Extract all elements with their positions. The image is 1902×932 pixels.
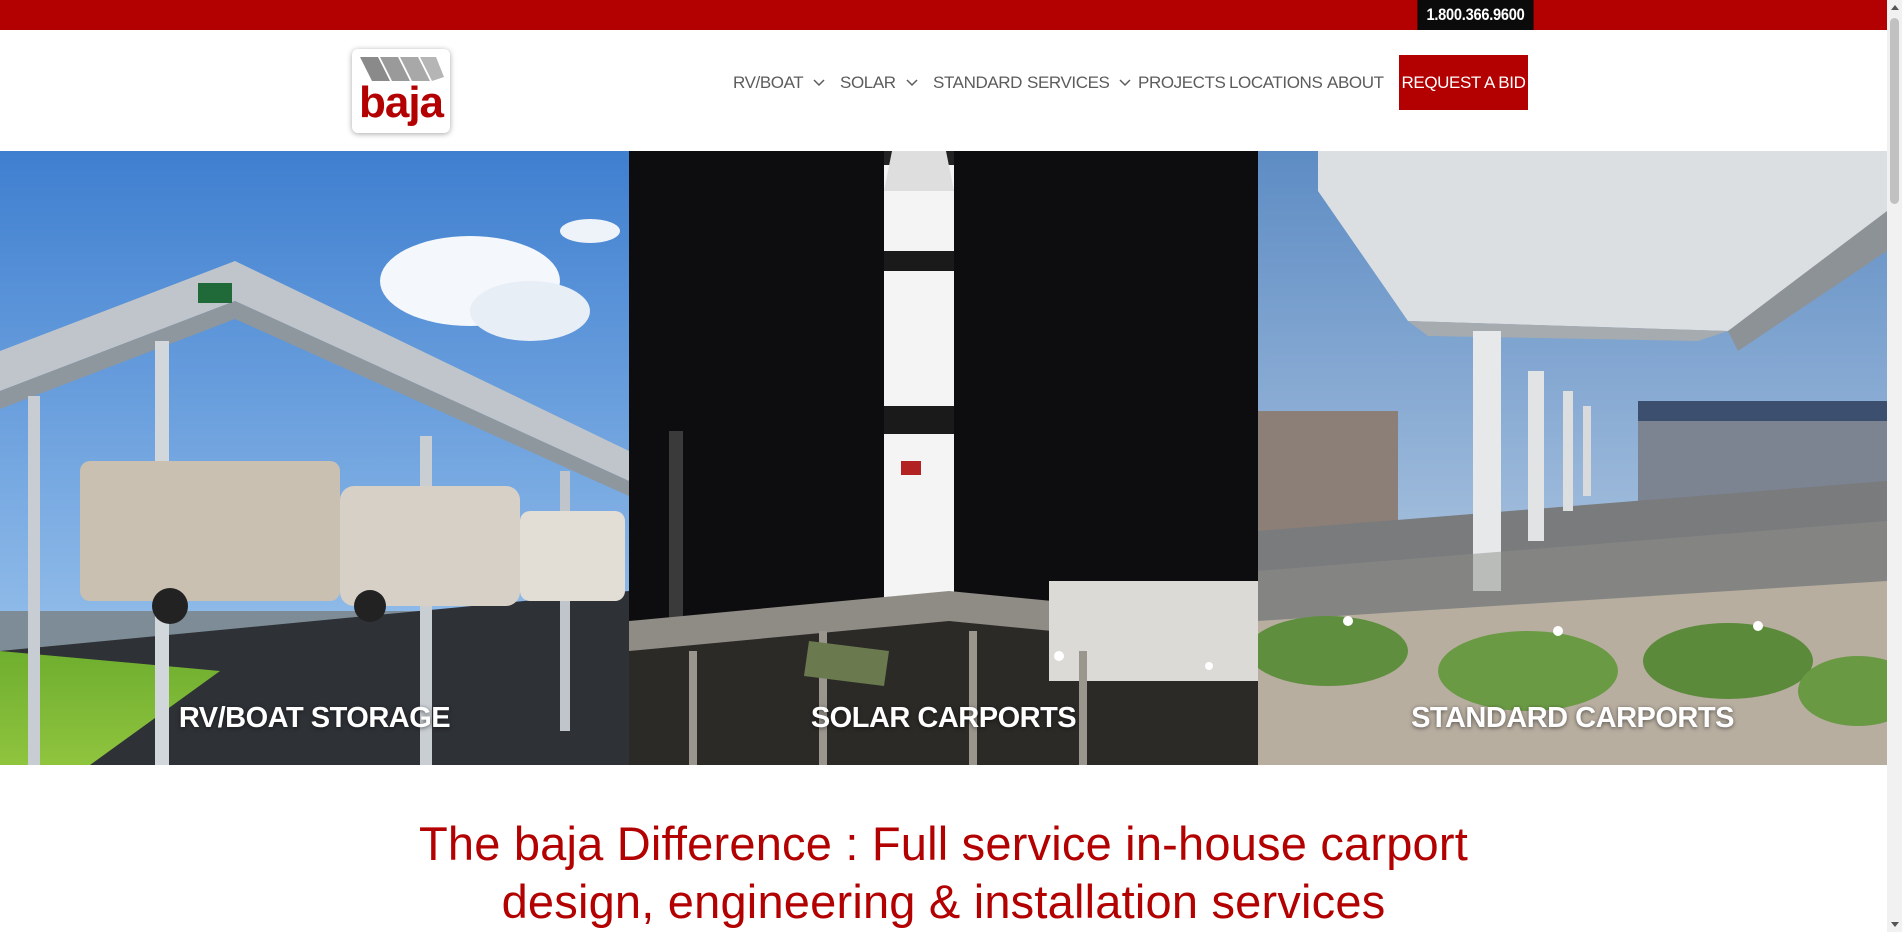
request-bid-button[interactable]: REQUEST A BID — [1399, 55, 1528, 110]
nav-services[interactable]: SERVICES — [1027, 30, 1131, 135]
nav-rv-boat[interactable]: RV/BOAT — [733, 30, 825, 135]
rv-carport-photo — [0, 151, 629, 765]
nav-about[interactable]: ABOUT — [1327, 30, 1384, 135]
rocket-solar-carport-photo — [629, 151, 1258, 765]
vertical-scrollbar[interactable] — [1887, 0, 1902, 932]
nav-label: ABOUT — [1327, 72, 1384, 92]
chevron-down-icon — [1119, 78, 1131, 86]
heading-line-1: The baja Difference : Full service in-ho… — [418, 817, 1469, 870]
baja-logo[interactable]: baja — [352, 49, 450, 133]
panel-label: RV/BOAT STORAGE — [178, 702, 451, 734]
nav-locations[interactable]: LOCATIONS — [1229, 30, 1323, 135]
nav-standard[interactable]: STANDARD — [933, 30, 1022, 135]
scroll-down-arrow-icon[interactable] — [1891, 922, 1899, 927]
parking-carport-photo — [1258, 151, 1887, 765]
scroll-thumb[interactable] — [1890, 18, 1899, 204]
panel-standard-carports[interactable]: STANDARD CARPORTS — [1258, 151, 1887, 765]
panel-label: SOLAR CARPORTS — [810, 702, 1077, 734]
nav-label: STANDARD — [933, 72, 1023, 92]
chevron-down-icon — [813, 78, 825, 86]
nav-label: RV/BOAT — [733, 72, 804, 92]
panel-rv-boat-storage[interactable]: RV/BOAT STORAGE — [0, 151, 629, 765]
nav-projects[interactable]: PROJECTS — [1138, 30, 1226, 135]
phone-number[interactable]: 1.800.366.9600 — [1417, 0, 1534, 30]
category-panels: RV/BOAT STORAGE SOLAR CARPORTS STANDARD … — [0, 151, 1887, 765]
nav-label: LOCATIONS — [1229, 72, 1323, 92]
nav-solar[interactable]: SOLAR — [840, 30, 918, 135]
scroll-up-arrow-icon[interactable] — [1891, 5, 1899, 10]
panel-solar-carports[interactable]: SOLAR CARPORTS — [629, 151, 1258, 765]
nav-label: SOLAR — [840, 72, 896, 92]
chevron-down-icon — [906, 78, 918, 86]
nav-label: SERVICES — [1027, 72, 1110, 92]
top-bar: 1.800.366.9600 — [0, 0, 1887, 30]
panel-label: STANDARD CARPORTS — [1411, 702, 1734, 734]
nav-label: PROJECTS — [1138, 72, 1226, 92]
logo-wordmark: baja — [358, 78, 444, 127]
baja-difference-heading: The baja Difference : Full service in-ho… — [300, 815, 1587, 931]
heading-line-2: design, engineering & installation servi… — [501, 875, 1386, 928]
